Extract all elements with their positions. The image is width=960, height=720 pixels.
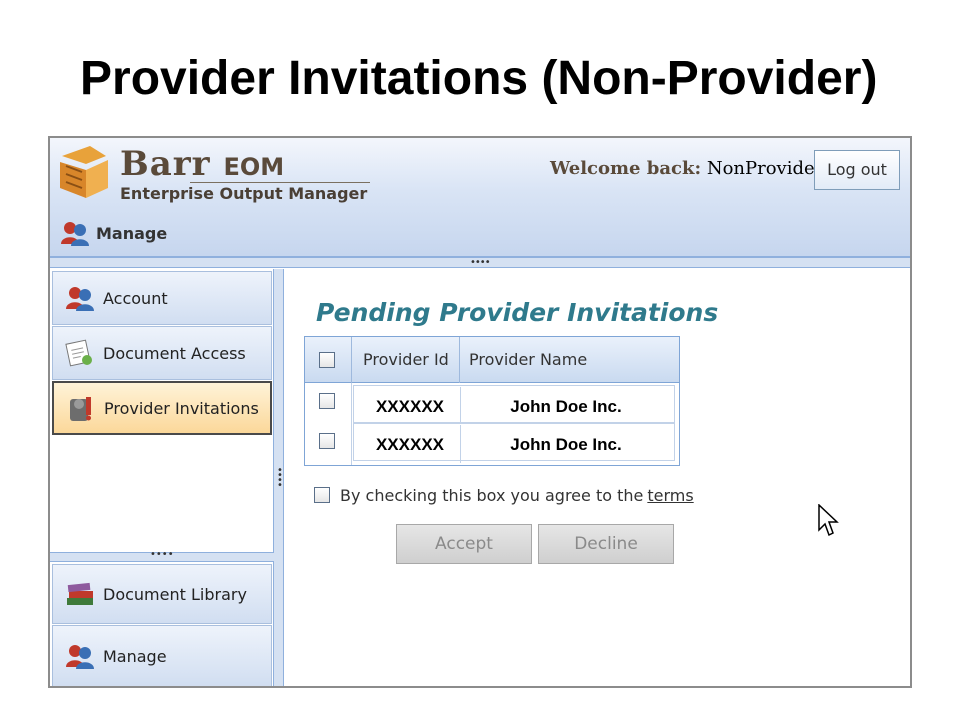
- sidebar-item-label: Account: [103, 288, 168, 308]
- column-divider: [351, 383, 352, 465]
- users-icon: [61, 222, 89, 246]
- provider-id-cell: XXXXXX: [375, 397, 445, 416]
- header-manage[interactable]: Manage: [60, 218, 167, 248]
- provider-invitations-icon: [70, 397, 91, 421]
- table-header: Provider Id Provider Name: [305, 337, 679, 383]
- accept-button[interactable]: Accept: [396, 524, 532, 564]
- sidebar-item-label: Provider Invitations: [104, 398, 259, 418]
- app-window: Barr EOM Enterprise Output Manager Manag…: [48, 136, 912, 688]
- left-nav: Account Document Access Provider Invitat…: [50, 269, 274, 686]
- grip-icon: ••••: [470, 257, 491, 268]
- terms-agreement: By checking this box you agree to the te…: [314, 484, 694, 506]
- sidebar-item-document-access[interactable]: Document Access: [52, 326, 272, 380]
- terms-checkbox[interactable]: [314, 487, 330, 503]
- provider-id-cell: XXXXXX: [375, 435, 445, 454]
- row-checkbox[interactable]: [319, 393, 335, 409]
- sidebar-item-provider-invitations[interactable]: Provider Invitations: [52, 381, 272, 435]
- grip-icon: ••••: [150, 549, 174, 560]
- header-manage-label: Manage: [96, 223, 168, 243]
- sidebar-item-label: Document Library: [103, 584, 247, 604]
- sidebar-item-label: Manage: [103, 646, 167, 666]
- provider-name-cell: John Doe Inc.: [510, 435, 622, 454]
- sidebar-item-account[interactable]: Account: [52, 271, 272, 325]
- row-checkbox[interactable]: [319, 433, 335, 449]
- slide-title: Provider Invitations (Non-Provider): [80, 52, 878, 105]
- sidebar-item-label: Document Access: [103, 343, 246, 363]
- column-divider: [459, 337, 460, 383]
- sidebar-item-document-library[interactable]: Document Library: [52, 564, 272, 624]
- books-icon: [67, 582, 93, 605]
- barr-logo-icon: [60, 146, 108, 198]
- users-icon: [66, 645, 94, 669]
- users-icon: [66, 287, 94, 311]
- page-title: Pending Provider Invitations: [316, 298, 719, 327]
- column-divider: [351, 337, 352, 383]
- document-access-icon: [65, 339, 92, 367]
- decline-button[interactable]: Decline: [538, 524, 674, 564]
- sidebar-item-manage[interactable]: Manage: [52, 625, 272, 686]
- app-header: Barr EOM Enterprise Output Manager Manag…: [50, 138, 910, 258]
- logout-button[interactable]: Log out: [814, 150, 900, 190]
- brand-divider: [190, 182, 370, 183]
- column-header-provider-id[interactable]: Provider Id: [363, 337, 449, 383]
- provider-name-cell: John Doe Inc.: [510, 397, 622, 416]
- welcome-message: Welcome back: NonProvider: [550, 158, 824, 179]
- brand-subtitle: Enterprise Output Manager: [120, 184, 368, 203]
- mouse-cursor-icon: [818, 504, 839, 537]
- invitations-table: Provider Id Provider Name XXXXXX John Do…: [304, 336, 680, 466]
- select-all-checkbox[interactable]: [319, 352, 335, 368]
- username: NonProvider: [706, 158, 824, 179]
- brand-name: Barr EOM: [120, 144, 285, 184]
- grip-icon: ••••: [277, 465, 283, 491]
- column-header-provider-name[interactable]: Provider Name: [469, 337, 587, 383]
- terms-link[interactable]: terms: [647, 486, 693, 505]
- terms-text: By checking this box you agree to the: [340, 485, 644, 505]
